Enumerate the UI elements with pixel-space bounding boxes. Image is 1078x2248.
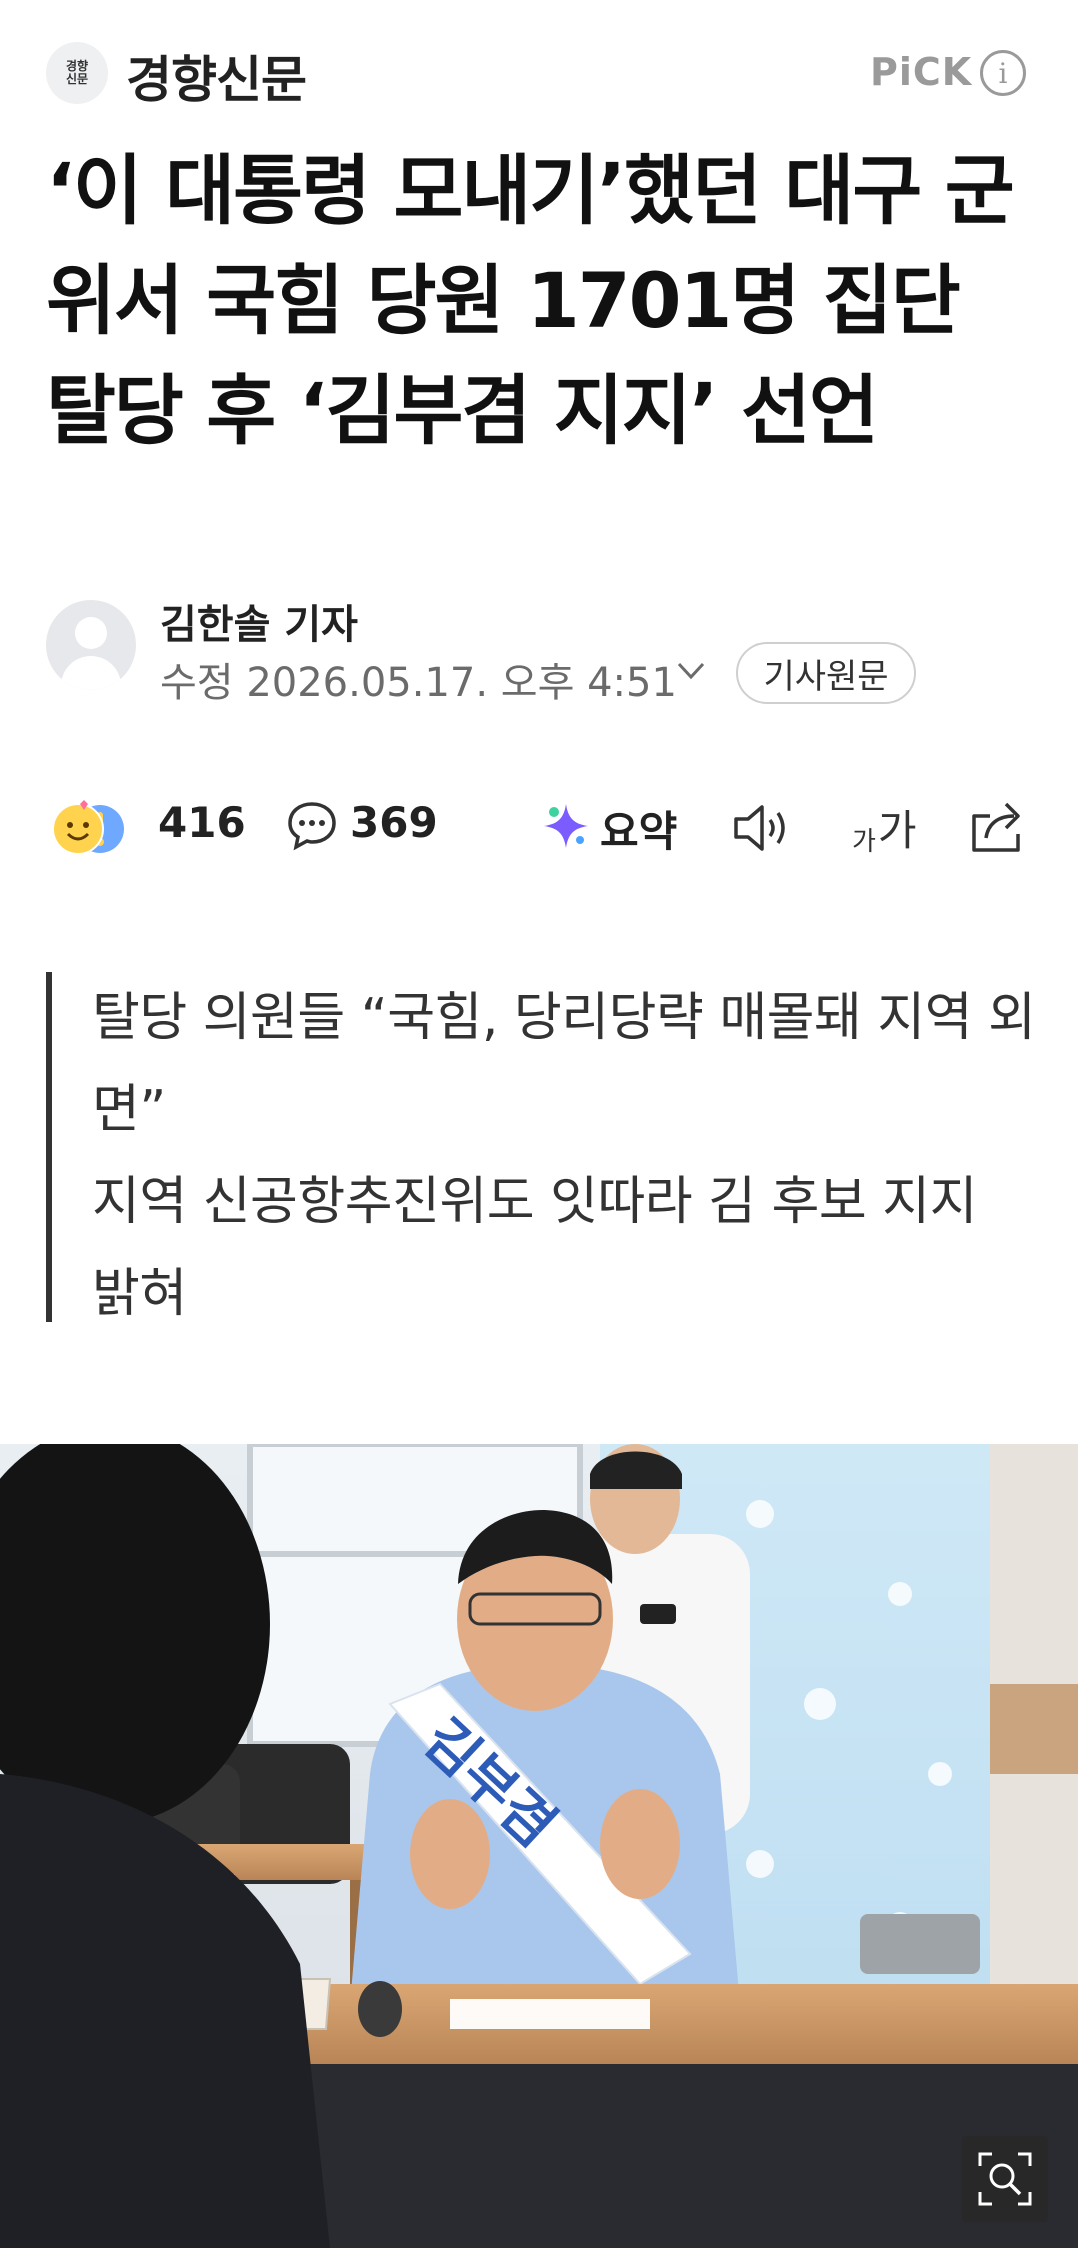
article-toolbar: 416 369 요약 가 가: [0, 790, 1078, 870]
original-article-button[interactable]: 기사원문: [736, 642, 916, 704]
zoom-icon: [978, 2152, 1032, 2206]
press-header: 경향 신문 경향신문 PiCK i: [0, 0, 1078, 140]
press-logo[interactable]: 경향 신문: [46, 42, 108, 104]
press-name[interactable]: 경향신문: [126, 40, 307, 112]
pick-label: PiCK: [870, 50, 973, 94]
article-page: 경향 신문 경향신문 PiCK i ‘이 대통령 모내기’했던 대구 군위서 국…: [0, 0, 1078, 2248]
info-icon[interactable]: i: [980, 50, 1026, 96]
reaction-count[interactable]: 416: [158, 798, 246, 847]
zoom-image-button[interactable]: [962, 2136, 1048, 2222]
reporter-name[interactable]: 김한솔 기자: [160, 592, 358, 650]
font-size-button[interactable]: 가 가: [852, 798, 922, 858]
chevron-down-icon[interactable]: [676, 660, 706, 682]
comment-icon[interactable]: [286, 800, 338, 852]
article-subheadings: 탈당 의원들 “국힘, 당리당략 매몰돼 지역 외면” 지역 신공항추진위도 잇…: [46, 972, 1036, 1324]
comment-count[interactable]: 369: [350, 798, 438, 847]
summary-button[interactable]: 요약: [600, 798, 677, 859]
reaction-emoji-icon[interactable]: [50, 798, 134, 858]
article-photo[interactable]: 김부겸: [0, 1444, 1078, 2248]
font-small-label: 가: [852, 827, 876, 857]
modified-date: 수정 2026.05.17. 오후 4:51: [160, 660, 677, 706]
article-headline: ‘이 대통령 모내기’했던 대구 군위서 국힘 당원 1701명 집단 탈당 후…: [46, 146, 1015, 455]
subheading-line: 탈당 의원들 “국힘, 당리당략 매몰돼 지역 외면”: [92, 988, 1036, 1140]
photo-illustration: 김부겸: [0, 1444, 1078, 2248]
speaker-icon[interactable]: [732, 800, 794, 856]
subheading-line: 지역 신공항추진위도 잇따라 김 후보 지지 밝혀: [92, 1172, 977, 1324]
share-icon[interactable]: [968, 798, 1026, 854]
reporter-avatar[interactable]: [46, 600, 136, 690]
font-big-label: 가: [877, 806, 917, 855]
summary-sparkle-icon[interactable]: [540, 802, 592, 850]
